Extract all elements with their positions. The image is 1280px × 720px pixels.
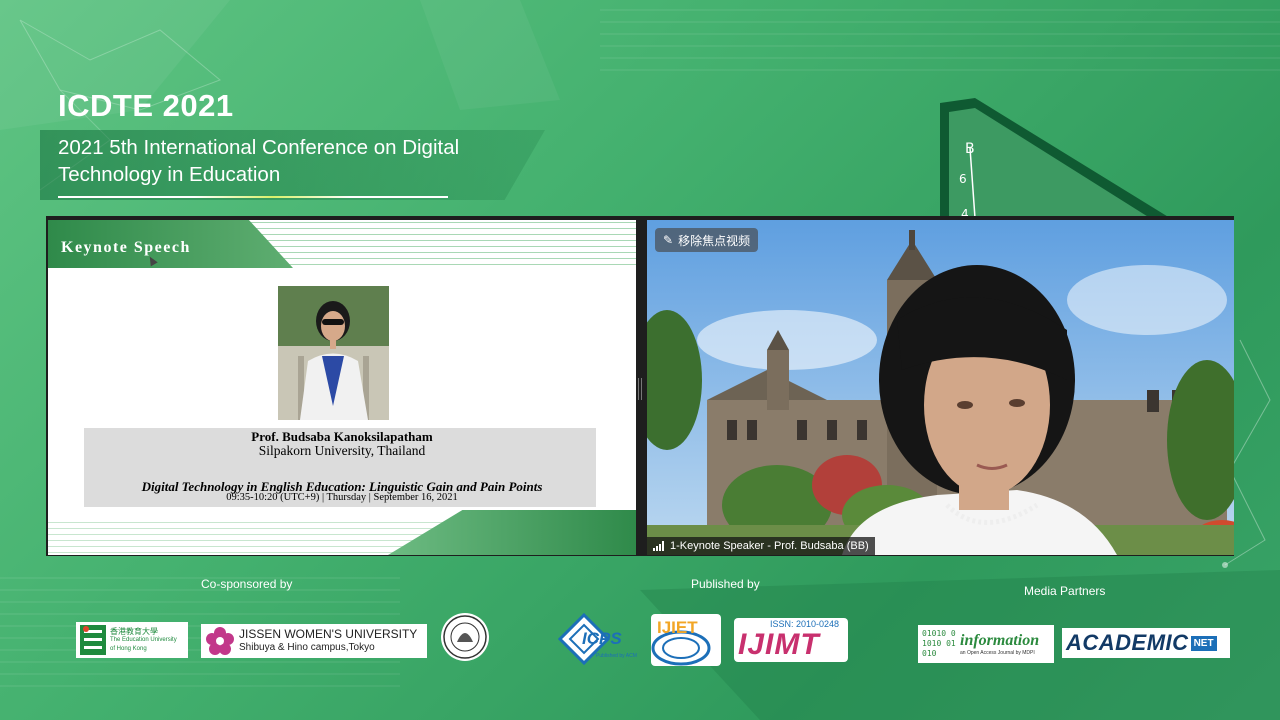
icps-logo[interactable]: ICPS Published by ACM (558, 613, 644, 667)
media-partners-label: Media Partners (1024, 584, 1106, 598)
conference-header: ICDTE 2021 2021 5th International Confer… (58, 88, 478, 188)
title-underline (58, 196, 448, 198)
eduhk-emblem-icon (80, 625, 106, 655)
academic-net-logo[interactable]: ACADEMIC NET (1062, 628, 1230, 658)
panel-resize-handle[interactable] (638, 378, 642, 400)
slide-footer-band (388, 510, 636, 555)
ijiet-name: IJIET (657, 618, 698, 637)
tablet-illustration: B 6 4 (940, 98, 1170, 228)
silpakorn-seal-icon[interactable] (440, 612, 490, 662)
ijimt-name: IJIMT (738, 628, 820, 661)
jissen-campus: Shibuya & Hino campus,Tokyo (239, 642, 375, 653)
conference-acronym: ICDTE 2021 (58, 88, 234, 123)
remove-spotlight-button[interactable]: ✎ 移除焦点视频 (655, 228, 759, 252)
information-sub: an Open Access Journal by MDPI (960, 650, 1035, 656)
pin-icon: ✎ (663, 233, 674, 247)
information-name: information (960, 632, 1040, 649)
connection-signal-icon (653, 541, 664, 551)
ijimt-logo[interactable]: ISSN: 2010-0248 IJIMT (734, 618, 848, 662)
jissen-name: JISSEN WOMEN'S UNIVERSITY (239, 627, 418, 641)
cherry-blossom-icon (206, 627, 234, 655)
eduhk-english-name: The Education University (110, 636, 177, 643)
camera-scene (647, 220, 1234, 555)
information-journal-logo[interactable]: 01010 01010 01010 information an Open Ac… (918, 625, 1054, 663)
conference-full-name: 2021 5th International Conference on Dig… (58, 136, 460, 186)
published-label: Published by (691, 577, 760, 591)
shared-slide[interactable]: Keynote Speech Prof. Budsaba Kanoksilapa… (48, 220, 636, 555)
participant-name-tag: 1-Keynote Speaker - Prof. Budsaba (BB) (647, 537, 875, 555)
slide-heading: Keynote Speech (61, 239, 191, 256)
jissen-university-logo[interactable]: JISSEN WOMEN'S UNIVERSITY Shibuya & Hino… (201, 624, 427, 658)
academic-name: ACADEMIC (1066, 630, 1189, 655)
talk-time: 09:35-10:20 (UTC+9) | Thursday | Septemb… (226, 492, 458, 503)
eduhk-chinese-name: 香港教育大學 (110, 626, 158, 636)
eduhk-logo[interactable]: 香港教育大學 The Education University of Hong … (76, 622, 188, 658)
eduhk-english-name-2: of Hong Kong (110, 645, 147, 652)
speaker-affiliation: Silpakorn University, Thailand (258, 443, 426, 458)
binary-icon: 01010 01010 01010 (922, 629, 956, 658)
cosponsored-label: Co-sponsored by (201, 577, 293, 591)
speaker-video-feed[interactable]: ✎ 移除焦点视频 1-Keynote Speaker - Prof. Budsa… (647, 220, 1234, 555)
academic-net-badge: NET (1190, 635, 1217, 651)
icps-sub: Published by ACM (596, 653, 637, 659)
icps-name: ICPS (582, 629, 622, 648)
speaker-photo (278, 286, 389, 420)
participant-name: 1-Keynote Speaker - Prof. Budsaba (BB) (670, 540, 869, 552)
remove-spotlight-label: 移除焦点视频 (678, 233, 751, 248)
svg-text:B: B (965, 141, 975, 157)
slide-header-stripes (248, 222, 636, 266)
ijiet-logo[interactable]: IJIET (651, 614, 721, 666)
svg-text:6: 6 (959, 172, 967, 186)
